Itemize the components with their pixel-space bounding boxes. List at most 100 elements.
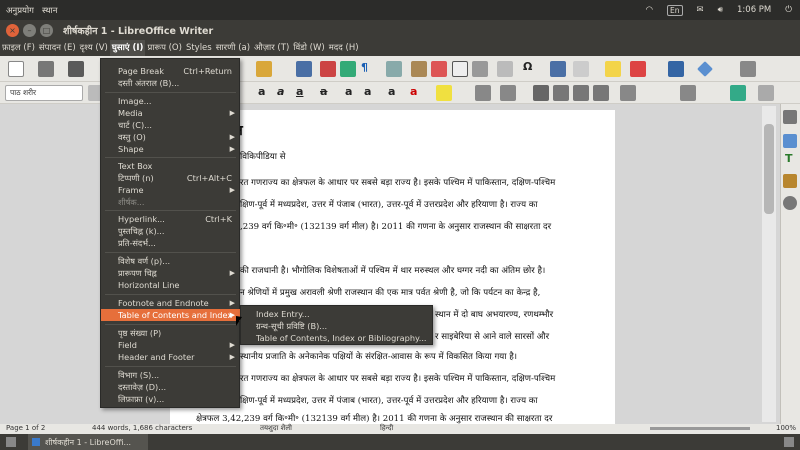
footnote-icon[interactable]	[573, 61, 589, 77]
page-count[interactable]: Page 1 of 2	[6, 424, 45, 432]
underline-icon[interactable]: a	[296, 85, 303, 98]
menu-item-page-break[interactable]: Page Break Ctrl+Return	[101, 65, 240, 77]
subscript-icon[interactable]: a	[364, 85, 371, 98]
paragraph-dialog-icon[interactable]	[730, 85, 746, 101]
draw-functions-icon[interactable]	[740, 61, 756, 77]
sidebar-menu-icon[interactable]	[783, 110, 797, 124]
menu-item-chart[interactable]: चार्ट (C)...	[101, 119, 240, 131]
hyperlink-icon[interactable]	[550, 61, 566, 77]
menu-item-section[interactable]: विभाग (S)...	[101, 369, 240, 381]
menu-format[interactable]: प्रारूप (O)	[145, 40, 184, 56]
menu-item-page-number[interactable]: पृष्ठ संख्या (P)	[101, 327, 240, 339]
applications-menu[interactable]: अनुप्रयोग	[6, 5, 34, 16]
superscript-icon[interactable]: a	[345, 85, 352, 98]
line-icon[interactable]	[668, 61, 684, 77]
menu-item-horizontal-line[interactable]: Horizontal Line	[101, 279, 240, 291]
insert-table-icon[interactable]	[386, 61, 402, 77]
bold-icon[interactable]: a	[258, 85, 265, 98]
menu-table[interactable]: सारणी (a)	[214, 40, 252, 56]
menu-item-special-character[interactable]: विशेष वर्ण (p)...	[101, 255, 240, 267]
close-icon[interactable]: ×	[6, 23, 19, 37]
insert-chart-icon[interactable]	[431, 61, 447, 77]
align-right-icon[interactable]	[573, 85, 589, 101]
submenu-item-index-entry[interactable]: Index Entry...	[241, 308, 310, 320]
submenu-item-bibliography-entry[interactable]: ग्रन्थ-सूची प्रविष्टि (B)...	[241, 320, 327, 332]
menu-item-document[interactable]: दस्तावेज़ (D)...	[101, 381, 240, 393]
menu-help[interactable]: मदद (H)	[327, 40, 361, 56]
menu-item-table-of-contents[interactable]: Table of Contents and Index ▶	[101, 309, 240, 321]
shadow-icon[interactable]: a	[388, 85, 395, 98]
menu-item-field[interactable]: Field ▶	[101, 339, 240, 351]
power-icon[interactable]: ⏻	[785, 5, 792, 15]
italic-icon[interactable]: a	[277, 85, 284, 98]
menu-item-envelope[interactable]: लिफ़ाफ़ा (v)...	[101, 393, 240, 405]
menu-window[interactable]: विंडो (W)	[291, 40, 326, 56]
menu-tools[interactable]: औज़ार (T)	[252, 40, 291, 56]
align-center-icon[interactable]	[553, 85, 569, 101]
wifi-icon[interactable]: ◠	[646, 5, 653, 15]
new-document-icon[interactable]	[8, 61, 24, 77]
comment-icon[interactable]	[605, 61, 621, 77]
menu-item-text-box[interactable]: Text Box	[101, 160, 240, 172]
basic-shapes-icon[interactable]	[697, 61, 713, 77]
places-menu[interactable]: स्थान	[42, 5, 58, 16]
insert-image-icon[interactable]	[411, 61, 427, 77]
clock[interactable]: 1:06 PM	[737, 5, 771, 15]
insert-field-icon[interactable]	[497, 61, 513, 77]
menu-item-object[interactable]: वस्तु (O) ▶	[101, 131, 240, 143]
trash-icon[interactable]	[784, 437, 794, 447]
maximize-icon[interactable]: □	[40, 23, 53, 37]
menu-item-media[interactable]: Media ▶	[101, 107, 240, 119]
menu-view[interactable]: दृश्य (V)	[78, 40, 110, 56]
word-count[interactable]: 444 words, 1,686 characters	[92, 424, 192, 432]
paragraph-style-combo[interactable]: पाठ शरीर	[5, 85, 83, 101]
page-style[interactable]: तयशुदा शैली	[260, 424, 292, 433]
vertical-scrollbar[interactable]	[762, 106, 776, 422]
formatting-marks-icon[interactable]: ¶	[361, 61, 368, 74]
menu-item-manual-break[interactable]: दस्ती अंतराल (B)...	[101, 77, 240, 89]
sidebar-toggle-icon[interactable]	[758, 85, 774, 101]
show-desktop-icon[interactable]	[6, 437, 16, 447]
undo-icon[interactable]	[256, 61, 272, 77]
page-break-icon[interactable]	[472, 61, 488, 77]
menu-item-cross-reference[interactable]: प्रति-संदर्भ...	[101, 237, 240, 249]
volume-icon[interactable]: 🔊︎	[718, 5, 723, 15]
menu-insert[interactable]: घुसाएं (I)	[109, 40, 146, 56]
menu-item-hyperlink[interactable]: Hyperlink... Ctrl+K	[101, 213, 240, 225]
spellcheck-icon[interactable]	[340, 61, 356, 77]
scrollbar-thumb[interactable]	[764, 124, 774, 214]
strikethrough-icon[interactable]: a	[320, 85, 327, 98]
menu-item-bookmark[interactable]: पुस्तचिह्न (k)...	[101, 225, 240, 237]
save-icon[interactable]	[68, 61, 84, 77]
menu-file[interactable]: फ़ाइल (F)	[0, 40, 37, 56]
open-icon[interactable]	[38, 61, 54, 77]
properties-icon[interactable]	[783, 134, 797, 148]
highlight-color-icon[interactable]	[436, 85, 452, 101]
styles-icon[interactable]: T	[785, 152, 793, 165]
keyboard-layout-indicator[interactable]: En	[667, 4, 683, 16]
indent-icon[interactable]	[680, 85, 696, 101]
menu-item-header-footer[interactable]: Header and Footer ▶	[101, 351, 240, 363]
language[interactable]: हिन्दी	[380, 424, 393, 433]
numbering-icon[interactable]	[500, 85, 516, 101]
submenu-item-toc-index-bibliography[interactable]: Table of Contents, Index or Bibliography…	[241, 332, 427, 344]
font-color-icon[interactable]: a	[410, 85, 417, 98]
redo-icon[interactable]	[296, 61, 312, 77]
line-spacing-icon[interactable]	[620, 85, 636, 101]
menu-item-frame[interactable]: Frame ▶	[101, 184, 240, 196]
align-left-icon[interactable]	[533, 85, 549, 101]
zoom-level[interactable]: 100%	[776, 424, 796, 432]
mail-icon[interactable]: ✉	[697, 5, 704, 15]
insert-textbox-icon[interactable]	[452, 61, 468, 77]
menu-item-shape[interactable]: Shape ▶	[101, 143, 240, 155]
menu-item-image[interactable]: Image...	[101, 95, 240, 107]
minimize-icon[interactable]: –	[23, 23, 36, 37]
special-character-icon[interactable]: Ω	[523, 60, 532, 73]
zoom-slider[interactable]	[650, 427, 750, 430]
navigator-icon[interactable]	[783, 196, 797, 210]
menu-item-formatting-mark[interactable]: प्रारूपण चिह्न ▶	[101, 267, 240, 279]
track-changes-icon[interactable]	[630, 61, 646, 77]
justify-icon[interactable]	[593, 85, 609, 101]
bullets-icon[interactable]	[475, 85, 491, 101]
find-replace-icon[interactable]	[320, 61, 336, 77]
